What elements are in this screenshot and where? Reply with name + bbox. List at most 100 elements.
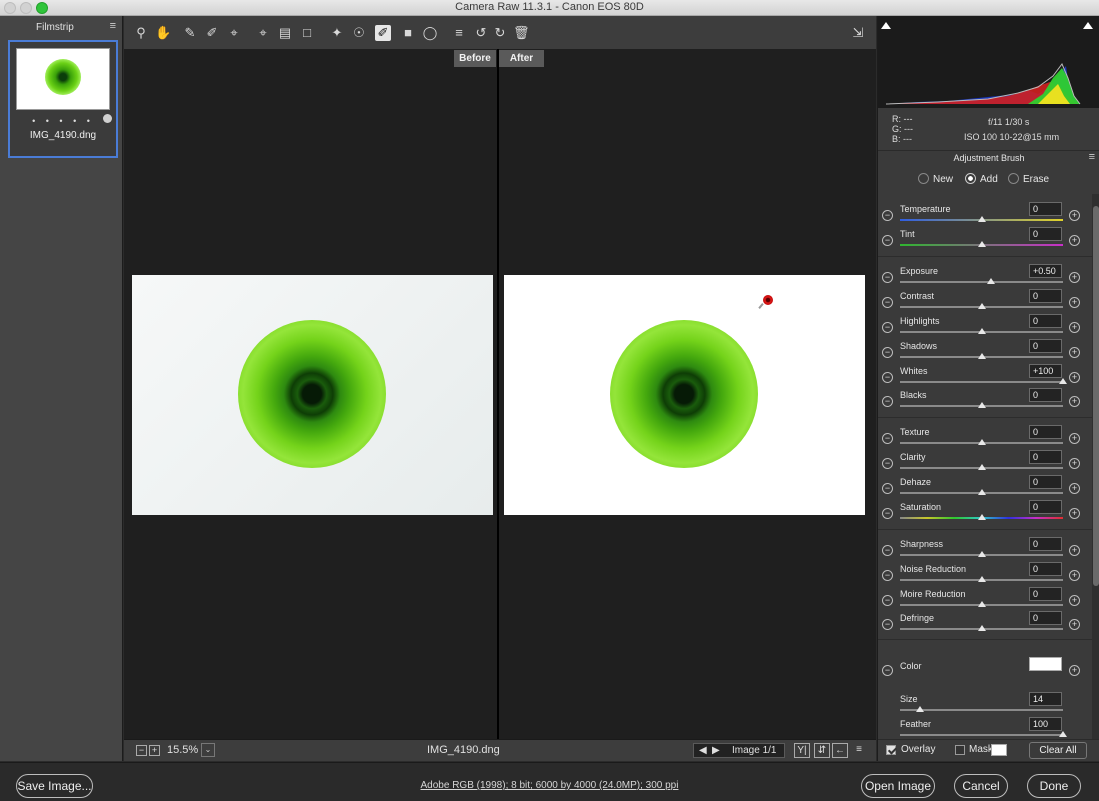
toggle-settings-icon[interactable]: ≡ [851,743,867,758]
decrease-icon[interactable]: − [882,545,893,556]
fullscreen-icon[interactable]: ⇲ [850,25,866,41]
slider-saturation[interactable]: − Saturation 0 + [878,500,1092,524]
slider-texture[interactable]: − Texture 0 + [878,425,1092,449]
slider-tint[interactable]: − Tint 0 + [878,227,1092,251]
preferences-icon[interactable]: ≡ [451,25,467,41]
increase-icon[interactable]: + [1069,619,1080,630]
increase-icon[interactable]: + [1069,322,1080,333]
mask-checkbox[interactable] [955,745,965,755]
decrease-icon[interactable]: − [882,322,893,333]
slider-track[interactable] [900,381,1063,383]
slider-thumb[interactable] [977,353,986,359]
done-button[interactable]: Done [1027,774,1081,798]
red-eye-icon[interactable]: ☉ [351,25,367,41]
next-image-icon[interactable]: ▶ [712,745,720,756]
increase-icon[interactable]: + [1069,570,1080,581]
slider-feather[interactable]: Feather 100 [878,717,1092,739]
slider-blacks[interactable]: − Blacks 0 + [878,388,1092,412]
slider-whites[interactable]: − Whites +100 + [878,364,1092,388]
slider-thumb[interactable] [977,216,986,222]
increase-icon[interactable]: + [1069,272,1080,283]
slider-thumb[interactable] [987,278,996,284]
slider-dehaze[interactable]: − Dehaze 0 + [878,475,1092,499]
decrease-icon[interactable]: − [882,570,893,581]
slider-thumb[interactable] [977,576,986,582]
slider-value-field[interactable]: 0 [1029,537,1062,551]
slider-thumb[interactable] [977,551,986,557]
increase-icon[interactable]: + [1069,235,1080,246]
decrease-icon[interactable]: − [882,595,893,606]
adjustment-brush-icon[interactable]: ✐ [375,25,391,41]
slider-shadows[interactable]: − Shadows 0 + [878,339,1092,363]
filmstrip-thumbnail[interactable]: • • • • • IMG_4190.dng [8,40,118,158]
increase-icon[interactable]: + [1069,545,1080,556]
decrease-icon[interactable]: − [882,272,893,283]
swap-settings-icon[interactable]: ⇵ [814,743,830,758]
radial-filter-icon[interactable]: ◯ [422,25,438,41]
before-after-view-icon[interactable]: Y| [794,743,810,758]
slider-value-field[interactable]: +0.50 [1029,264,1062,278]
slider-value-field[interactable]: 0 [1029,450,1062,464]
slider-thumb[interactable] [977,439,986,445]
zoom-out-icon[interactable]: − [136,745,147,756]
slider-defringe[interactable]: − Defringe 0 + [878,611,1092,635]
slider-thumb[interactable] [1059,378,1067,384]
increase-icon[interactable]: + [1069,297,1080,308]
transform-icon[interactable]: □ [299,25,315,41]
increase-icon[interactable]: + [1069,595,1080,606]
mode-add[interactable]: Add [965,173,998,185]
slider-thumb[interactable] [977,464,986,470]
slider-highlights[interactable]: − Highlights 0 + [878,314,1092,338]
slider-thumb[interactable] [977,328,986,334]
spot-removal-icon[interactable]: ✦ [329,25,345,41]
decrease-icon[interactable]: − [882,297,893,308]
slider-value-field[interactable]: 0 [1029,587,1062,601]
zoom-dropdown-icon[interactable]: ⌄ [201,743,215,757]
open-image-button[interactable]: Open Image [861,774,935,798]
slider-thumb[interactable] [977,489,986,495]
overlay-checkbox[interactable] [886,745,896,755]
increase-icon[interactable]: + [1069,372,1080,383]
color-swatch[interactable] [1029,657,1062,671]
panel-menu-icon[interactable]: ≡ [1089,151,1095,163]
decrease-icon[interactable]: − [882,508,893,519]
decrease-icon[interactable]: − [882,396,893,407]
slider-contrast[interactable]: − Contrast 0 + [878,289,1092,313]
zoom-in-icon[interactable]: + [149,745,160,756]
color-row[interactable]: − Color + [878,657,1092,681]
targeted-adjustment-icon[interactable]: ⌖ [226,25,242,41]
slider-temperature[interactable]: − Temperature 0 + [878,202,1092,226]
straighten-icon[interactable]: ▤ [277,25,293,41]
slider-thumb[interactable] [977,241,986,247]
mode-erase[interactable]: Erase [1008,173,1049,185]
panel-scrollbar[interactable] [1092,194,1099,739]
slider-exposure[interactable]: − Exposure +0.50 + [878,264,1092,288]
rotate-ccw-icon[interactable]: ↺ [473,25,489,41]
increase-icon[interactable]: + [1069,508,1080,519]
slider-moire-reduction[interactable]: − Moire Reduction 0 + [878,587,1092,611]
slider-value-field[interactable]: 100 [1029,717,1062,731]
slider-track[interactable] [900,734,1063,736]
decrease-icon[interactable]: − [882,619,893,630]
clear-all-button[interactable]: Clear All [1029,742,1087,759]
color-sampler-icon[interactable]: ✐ [204,25,220,41]
white-balance-icon[interactable]: ✎ [182,25,198,41]
after-image[interactable] [504,275,865,515]
slider-thumb[interactable] [1059,731,1067,737]
slider-clarity[interactable]: − Clarity 0 + [878,450,1092,474]
decrease-icon[interactable]: − [882,372,893,383]
increase-icon[interactable]: + [1069,396,1080,407]
decrease-icon[interactable]: − [882,665,893,676]
increase-icon[interactable]: + [1069,483,1080,494]
slider-sharpness[interactable]: − Sharpness 0 + [878,537,1092,561]
slider-value-field[interactable]: 14 [1029,692,1062,706]
slider-value-field[interactable]: 0 [1029,388,1062,402]
slider-value-field[interactable]: 0 [1029,475,1062,489]
trash-icon[interactable]: 🗑 [513,25,530,41]
cancel-button[interactable]: Cancel [954,774,1008,798]
mode-new[interactable]: New [918,173,953,185]
slider-thumb[interactable] [977,514,986,520]
slider-size[interactable]: Size 14 [878,692,1092,716]
slider-value-field[interactable]: +100 [1029,364,1062,378]
slider-value-field[interactable]: 0 [1029,202,1062,216]
